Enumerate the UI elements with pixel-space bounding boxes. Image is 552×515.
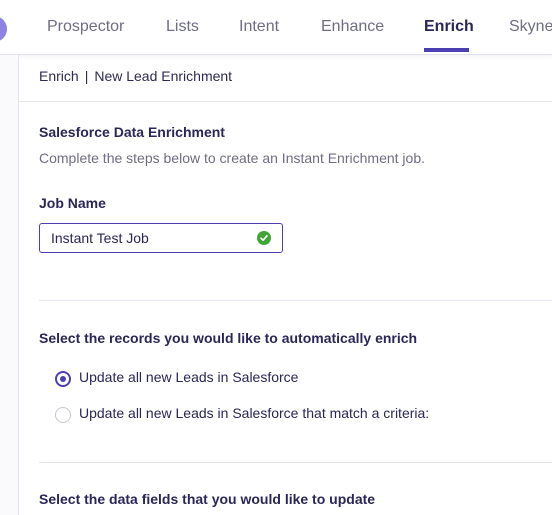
radio-all-new-leads-label[interactable]: Update all new Leads in Salesforce [79,369,298,385]
tab-enhance[interactable]: Enhance [321,18,384,36]
app-logo-icon[interactable] [0,16,7,42]
records-section-title: Select the records you would like to aut… [39,330,418,346]
left-rail [0,55,19,515]
breadcrumb-separator: | [84,68,89,84]
page-subtitle: Complete the steps below to create an In… [39,150,425,166]
breadcrumb: Enrich | New Lead Enrichment [39,68,232,84]
page-title: Salesforce Data Enrichment [39,124,225,140]
tab-enrich[interactable]: Enrich [424,18,474,36]
fields-section-title: Select the data fields that you would li… [39,491,376,507]
radio-leads-matching-criteria-label[interactable]: Update all new Leads in Salesforce that … [79,405,429,421]
breadcrumb-root[interactable]: Enrich [39,68,79,84]
breadcrumb-current: New Lead Enrichment [94,68,233,84]
section-divider [39,300,552,301]
tab-intent[interactable]: Intent [239,18,279,36]
check-circle-icon [257,231,271,245]
radio-leads-matching-criteria[interactable] [55,407,71,423]
job-name-input[interactable] [39,223,283,253]
active-tab-indicator [424,48,469,52]
tab-prospector[interactable]: Prospector [47,18,124,36]
top-navigation: Prospector Lists Intent Enhance Enrich S… [0,0,552,55]
section-divider [39,462,552,463]
radio-all-new-leads[interactable] [55,371,71,387]
job-name-label: Job Name [39,195,106,211]
tab-lists[interactable]: Lists [166,18,199,36]
header-divider [19,101,552,102]
tab-skyne[interactable]: Skyne [509,18,552,36]
